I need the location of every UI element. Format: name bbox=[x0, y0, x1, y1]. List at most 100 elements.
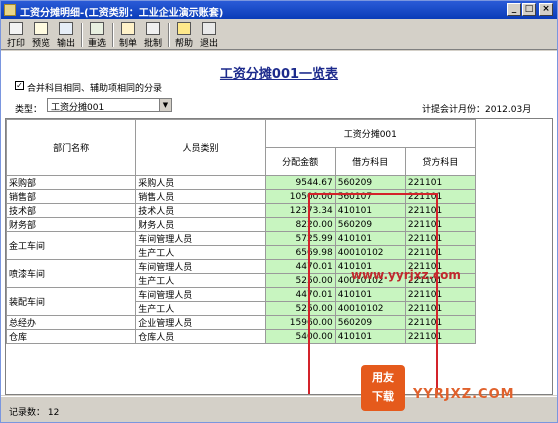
table-row[interactable]: 仓库 仓库人员 5400.00 410101 221101 bbox=[6, 329, 477, 344]
watermark-logo-top: 用友 bbox=[372, 371, 394, 384]
preview-icon bbox=[34, 22, 48, 35]
cell-credit[interactable]: 221101 bbox=[404, 329, 477, 344]
cell-dept: 仓库 bbox=[6, 329, 137, 344]
cell-amount: 5725.99 bbox=[264, 231, 336, 246]
cell-debit[interactable]: 560209 bbox=[334, 315, 406, 330]
printer-icon bbox=[9, 22, 23, 35]
checkbox-checked-icon[interactable]: ✓ bbox=[15, 81, 24, 90]
period-label: 计提会计月份：2012.03月 bbox=[422, 105, 532, 115]
minimize-button[interactable]: _ bbox=[507, 3, 521, 16]
report-area: 工资分摊001一览表 ✓ 合并科目相同、辅助项相同的分录 类型： 工资分摊001… bbox=[1, 51, 557, 395]
reselect-button[interactable]: 重选 bbox=[85, 22, 109, 49]
help-button[interactable]: 帮助 bbox=[172, 22, 196, 49]
cell-dept: 喷漆车间 bbox=[6, 259, 137, 288]
cell-credit[interactable]: 221101 bbox=[404, 315, 477, 330]
table-row[interactable]: 技术部 技术人员 12373.34 410101 221101 bbox=[6, 203, 477, 218]
type-select-value: 工资分摊001 bbox=[51, 103, 105, 113]
cell-category: 生产工人 bbox=[135, 273, 266, 288]
cell-amount: 4470.01 bbox=[264, 287, 336, 302]
cell-credit[interactable]: 221101 bbox=[404, 175, 477, 190]
batch-voucher-icon bbox=[146, 22, 160, 35]
cell-debit[interactable]: 410101 bbox=[334, 329, 406, 344]
title-bar[interactable]: 工资分摊明细-(工资类别：工业企业演示账套) _ □ × bbox=[1, 1, 557, 19]
exit-door-icon bbox=[202, 22, 216, 35]
exit-button[interactable]: 退出 bbox=[197, 22, 221, 49]
help-label: 帮助 bbox=[174, 39, 193, 49]
export-label: 输出 bbox=[56, 39, 75, 49]
report-title: 工资分摊001一览表 bbox=[219, 67, 339, 82]
col-header-credit[interactable]: 贷方科目 bbox=[404, 147, 477, 176]
col-header-category[interactable]: 人员类别 bbox=[135, 119, 266, 176]
cell-credit[interactable]: 221101 bbox=[404, 189, 477, 204]
cell-category: 销售人员 bbox=[135, 189, 266, 204]
cell-amount: 5250.00 bbox=[264, 301, 336, 316]
table-row[interactable]: 采购部 采购人员 9544.67 560209 221101 bbox=[6, 175, 477, 190]
toolbar: 打印 预览 输出 重选 制单 批制 帮助 退出 bbox=[1, 20, 557, 50]
cell-debit[interactable]: 560209 bbox=[334, 217, 406, 232]
table-row[interactable]: 销售部 销售人员 10500.00 560107 221101 bbox=[6, 189, 477, 204]
cell-debit[interactable]: 560209 bbox=[334, 175, 406, 190]
cell-debit[interactable]: 410101 bbox=[334, 231, 406, 246]
table-row[interactable]: 财务部 财务人员 8220.00 560209 221101 bbox=[6, 217, 477, 232]
toolbar-separator bbox=[112, 23, 114, 47]
col-header-amount[interactable]: 分配金额 bbox=[264, 147, 336, 176]
cell-debit[interactable]: 410101 bbox=[334, 287, 406, 302]
cell-amount: 4470.01 bbox=[264, 259, 336, 274]
cell-category: 企业管理人员 bbox=[135, 315, 266, 330]
cell-amount: 6569.98 bbox=[264, 245, 336, 260]
table-row[interactable]: 装配车间 车间管理人员 4470.01 410101 221101 bbox=[6, 287, 477, 316]
cell-category: 技术人员 bbox=[135, 203, 266, 218]
cell-amount: 5400.00 bbox=[264, 329, 336, 344]
cell-credit[interactable]: 221101 bbox=[404, 301, 477, 316]
maximize-button[interactable]: □ bbox=[522, 3, 536, 16]
toolbar-separator bbox=[168, 23, 170, 47]
exit-label: 退出 bbox=[199, 39, 218, 49]
cell-debit[interactable]: 560107 bbox=[334, 189, 406, 204]
cell-credit[interactable]: 221101 bbox=[404, 231, 477, 246]
cell-credit[interactable]: 221101 bbox=[404, 203, 477, 218]
batch-voucher-button[interactable]: 批制 bbox=[141, 22, 165, 49]
refresh-icon bbox=[90, 22, 104, 35]
type-label: 类型： bbox=[15, 105, 43, 115]
preview-label: 预览 bbox=[31, 39, 50, 49]
close-button[interactable]: × bbox=[539, 3, 553, 16]
cell-amount: 5250.00 bbox=[264, 273, 336, 288]
cell-amount: 15960.00 bbox=[264, 315, 336, 330]
cell-dept: 金工车间 bbox=[6, 231, 137, 260]
cell-debit[interactable]: 40010102 bbox=[334, 301, 406, 316]
chevron-down-icon[interactable]: ▼ bbox=[159, 99, 171, 111]
allocation-table: 部门名称 人员类别 工资分摊001 分配金额 借方科目 贷方科目 采购部 采购人… bbox=[6, 119, 477, 344]
watermark-logo-bottom: 下载 bbox=[372, 390, 394, 403]
cell-debit[interactable]: 40010102 bbox=[334, 245, 406, 260]
cell-credit[interactable]: 221101 bbox=[404, 217, 477, 232]
make-voucher-label: 制单 bbox=[118, 39, 137, 49]
cell-amount: 10500.00 bbox=[264, 189, 336, 204]
cell-category: 车间管理人员 bbox=[135, 259, 266, 274]
watermark-url: www.yyrjxz.com bbox=[351, 268, 461, 282]
col-header-debit[interactable]: 借方科目 bbox=[334, 147, 406, 176]
cell-category: 仓库人员 bbox=[135, 329, 266, 344]
print-button[interactable]: 打印 bbox=[4, 22, 28, 49]
cell-debit[interactable]: 410101 bbox=[334, 203, 406, 218]
cell-credit[interactable]: 221101 bbox=[404, 287, 477, 302]
batch-voucher-label: 批制 bbox=[143, 39, 162, 49]
col-header-dept[interactable]: 部门名称 bbox=[6, 119, 137, 176]
preview-button[interactable]: 预览 bbox=[29, 22, 53, 49]
cell-dept: 采购部 bbox=[6, 175, 137, 190]
print-label: 打印 bbox=[6, 39, 25, 49]
allocation-grid[interactable]: 部门名称 人员类别 工资分摊001 分配金额 借方科目 贷方科目 采购部 采购人… bbox=[5, 118, 553, 395]
merge-entries-label: 合并科目相同、辅助项相同的分录 bbox=[27, 84, 163, 94]
watermark-logo: 用友 下载 bbox=[361, 365, 405, 411]
cell-category: 采购人员 bbox=[135, 175, 266, 190]
table-row[interactable]: 金工车间 车间管理人员 5725.99 410101 221101 bbox=[6, 231, 477, 260]
table-row[interactable]: 总经办 企业管理人员 15960.00 560209 221101 bbox=[6, 315, 477, 330]
cell-dept: 总经办 bbox=[6, 315, 137, 330]
export-button[interactable]: 输出 bbox=[54, 22, 78, 49]
cell-dept: 装配车间 bbox=[6, 287, 137, 316]
type-select[interactable]: 工资分摊001 ▼ bbox=[47, 98, 172, 113]
cell-category: 生产工人 bbox=[135, 301, 266, 316]
cell-category: 车间管理人员 bbox=[135, 231, 266, 246]
make-voucher-button[interactable]: 制单 bbox=[116, 22, 140, 49]
record-count: 记录数： 12 bbox=[9, 408, 60, 418]
cell-credit[interactable]: 221101 bbox=[404, 245, 477, 260]
